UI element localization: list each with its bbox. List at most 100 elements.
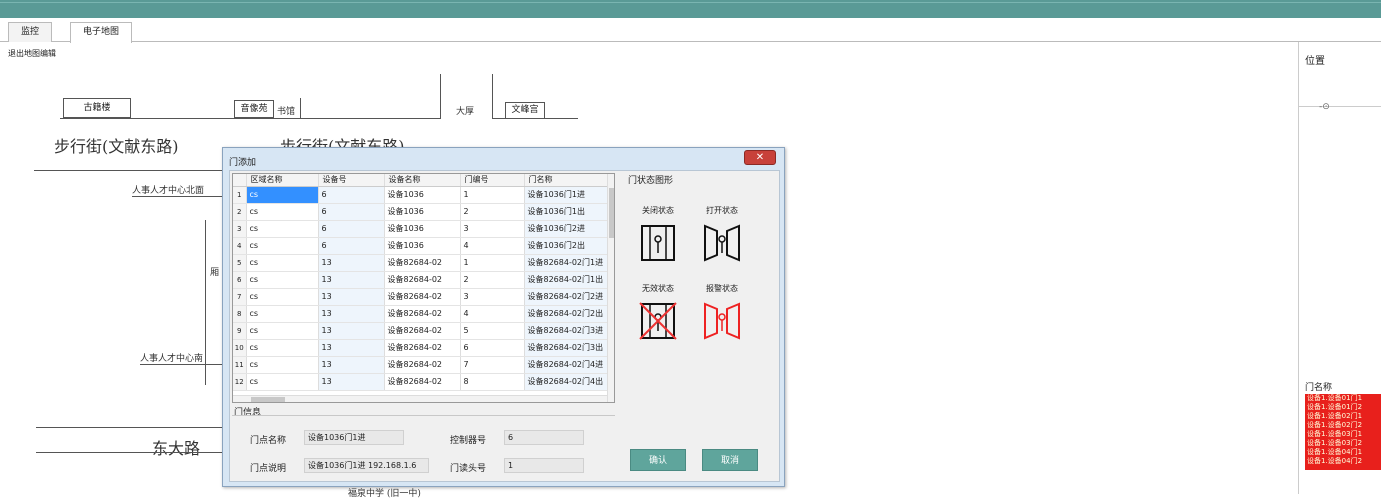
table-cell[interactable]: 4	[460, 237, 525, 255]
table-cell[interactable]: 设备82684-02	[384, 288, 461, 306]
table-cell[interactable]: 2	[460, 271, 525, 289]
door-name-field[interactable]: 设备1036门1进	[304, 430, 404, 445]
door-desc-field[interactable]: 设备1036门1进 192.168.1.6	[304, 458, 429, 473]
table-row[interactable]: 3 cs 6 设备1036 3 设备1036门2进	[233, 220, 609, 238]
table-row[interactable]: 11 cs 13 设备82684-02 7 设备82684-02门4进	[233, 356, 609, 374]
table-cell[interactable]: 设备82684-02门3进	[524, 322, 609, 340]
table-cell[interactable]: cs	[246, 373, 319, 391]
table-cell[interactable]: 设备82684-02门2出	[524, 305, 609, 323]
table-cell[interactable]: 13	[318, 322, 385, 340]
table-row[interactable]: 9 cs 13 设备82684-02 5 设备82684-02门3进	[233, 322, 609, 340]
table-cell[interactable]: 设备1036	[384, 220, 461, 238]
table-cell[interactable]: cs	[246, 220, 319, 238]
close-button[interactable]: ✕	[744, 150, 776, 165]
col-door-name[interactable]: 门名称	[524, 174, 609, 187]
table-cell[interactable]: 设备82684-02	[384, 339, 461, 357]
table-cell[interactable]: 设备1036门1出	[524, 203, 609, 221]
table-cell[interactable]: 1	[460, 186, 525, 204]
table-cell[interactable]: cs	[246, 237, 319, 255]
table-row[interactable]: 10 cs 13 设备82684-02 6 设备82684-02门3出	[233, 339, 609, 357]
table-row[interactable]: 6 cs 13 设备82684-02 2 设备82684-02门1出	[233, 271, 609, 289]
table-cell[interactable]: cs	[246, 305, 319, 323]
table-cell[interactable]: 6	[460, 339, 525, 357]
table-cell[interactable]: 3	[460, 220, 525, 238]
table-cell[interactable]: 设备82684-02	[384, 356, 461, 374]
table-cell[interactable]: 设备1036	[384, 237, 461, 255]
table-cell[interactable]: 6	[318, 186, 385, 204]
confirm-button[interactable]: 确认	[630, 449, 686, 471]
table-cell[interactable]: 设备82684-02	[384, 322, 461, 340]
col-door-no[interactable]: 门编号	[460, 174, 525, 187]
table-cell[interactable]: 设备1036门2进	[524, 220, 609, 238]
col-device-name[interactable]: 设备名称	[384, 174, 461, 187]
exit-map-edit-link[interactable]: 退出地图编辑	[8, 48, 56, 59]
table-cell[interactable]: 2	[460, 203, 525, 221]
table-cell[interactable]: cs	[246, 203, 319, 221]
col-area[interactable]: 区域名称	[246, 174, 319, 187]
table-cell[interactable]: 设备82684-02门1进	[524, 254, 609, 272]
table-cell[interactable]: 5	[460, 322, 525, 340]
table-row[interactable]: 12 cs 13 设备82684-02 8 设备82684-02门4出	[233, 373, 609, 391]
table-cell[interactable]: 3	[460, 288, 525, 306]
table-cell[interactable]: 设备82684-02	[384, 305, 461, 323]
door-list-item[interactable]: 设备1.设备03门2	[1305, 439, 1381, 448]
door-list-item[interactable]: 设备1.设备01门2	[1305, 403, 1381, 412]
reader-no-field[interactable]: 1	[504, 458, 584, 473]
table-cell[interactable]: 设备82684-02	[384, 254, 461, 272]
table-cell[interactable]: 设备82684-02门2进	[524, 288, 609, 306]
controller-no-field[interactable]: 6	[504, 430, 584, 445]
table-cell[interactable]: 13	[318, 339, 385, 357]
table-cell[interactable]: 设备1036门1进	[524, 186, 609, 204]
table-cell[interactable]: 设备82684-02	[384, 271, 461, 289]
table-row[interactable]: 7 cs 13 设备82684-02 3 设备82684-02门2进	[233, 288, 609, 306]
table-cell[interactable]: 4	[460, 305, 525, 323]
table-cell[interactable]: cs	[246, 186, 319, 204]
table-cell[interactable]: 6	[318, 220, 385, 238]
table-cell[interactable]: 设备82684-02门3出	[524, 339, 609, 357]
table-row[interactable]: 2 cs 6 设备1036 2 设备1036门1出	[233, 203, 609, 221]
table-cell[interactable]: 13	[318, 373, 385, 391]
table-vscroll[interactable]	[607, 174, 614, 402]
table-cell[interactable]: 设备82684-02门4出	[524, 373, 609, 391]
table-cell[interactable]: 1	[460, 254, 525, 272]
table-cell[interactable]: cs	[246, 254, 319, 272]
tab-monitor[interactable]: 监控	[8, 22, 53, 42]
table-cell[interactable]: 6	[318, 203, 385, 221]
table-row[interactable]: 5 cs 13 设备82684-02 1 设备82684-02门1进	[233, 254, 609, 272]
door-list-item[interactable]: 设备1.设备04门2	[1305, 457, 1381, 466]
table-row[interactable]: 1 cs 6 设备1036 1 设备1036门1进	[233, 186, 609, 204]
table-cell[interactable]: 13	[318, 305, 385, 323]
table-cell[interactable]: 设备82684-02	[384, 373, 461, 391]
table-cell[interactable]: 13	[318, 288, 385, 306]
cancel-button[interactable]: 取消	[702, 449, 758, 471]
table-cell[interactable]: 设备82684-02门4进	[524, 356, 609, 374]
table-row[interactable]: 4 cs 6 设备1036 4 设备1036门2出	[233, 237, 609, 255]
table-cell[interactable]: cs	[246, 288, 319, 306]
table-cell[interactable]: 设备82684-02门1出	[524, 271, 609, 289]
table-cell[interactable]: 13	[318, 356, 385, 374]
location-tree-node[interactable]: -⊙	[1319, 102, 1330, 112]
door-list-item[interactable]: 设备1.设备02门1	[1305, 412, 1381, 421]
door-list-item[interactable]: 设备1.设备02门2	[1305, 421, 1381, 430]
tab-e-map[interactable]: 电子地图	[70, 22, 133, 43]
door-list-item[interactable]: 设备1.设备01门1	[1305, 394, 1381, 403]
door-table[interactable]: 区域名称 设备号 设备名称 门编号 门名称 1 cs 6 设备1036 1 设备1036门…	[232, 173, 615, 403]
table-row[interactable]: 8 cs 13 设备82684-02 4 设备82684-02门2出	[233, 305, 609, 323]
door-list-item[interactable]: 设备1.设备04门1	[1305, 448, 1381, 457]
table-cell[interactable]: cs	[246, 339, 319, 357]
table-cell[interactable]: 13	[318, 254, 385, 272]
table-cell[interactable]: cs	[246, 271, 319, 289]
door-list[interactable]: 设备1.设备01门1 设备1.设备01门2 设备1.设备02门1 设备1.设备02门2…	[1305, 394, 1381, 470]
table-cell[interactable]: cs	[246, 356, 319, 374]
table-cell[interactable]: cs	[246, 322, 319, 340]
table-cell[interactable]: 设备1036门2出	[524, 237, 609, 255]
door-list-item[interactable]: 设备1.设备03门1	[1305, 430, 1381, 439]
col-device-no[interactable]: 设备号	[318, 174, 385, 187]
table-cell[interactable]: 13	[318, 271, 385, 289]
table-hscroll[interactable]	[233, 395, 607, 402]
table-cell[interactable]: 7	[460, 356, 525, 374]
table-cell[interactable]: 6	[318, 237, 385, 255]
table-cell[interactable]: 设备1036	[384, 203, 461, 221]
table-cell[interactable]: 设备1036	[384, 186, 461, 204]
table-cell[interactable]: 8	[460, 373, 525, 391]
